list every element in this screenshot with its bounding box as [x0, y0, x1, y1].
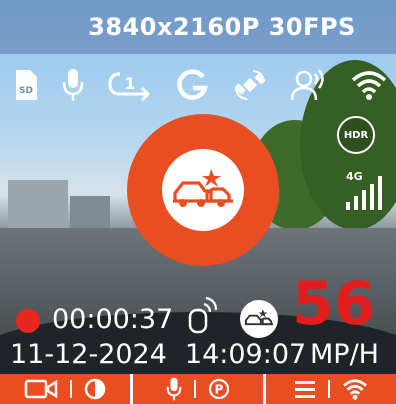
- date-label: 11-12-2024: [10, 339, 167, 370]
- sd-card-icon: SD: [12, 69, 38, 101]
- g-sensor-icon: [175, 68, 209, 102]
- network-signal-icon: 4G: [344, 168, 384, 212]
- status-icons-row: SD 1: [12, 64, 387, 106]
- resolution-bar: 3840x2160P 30FPS: [0, 0, 396, 54]
- resolution-label: 3840x2160P 30FPS: [88, 13, 356, 41]
- wifi-icon: [351, 69, 387, 101]
- network-label: 4G: [346, 170, 363, 183]
- loop-recording-icon: 1: [108, 68, 152, 102]
- collision-warning: [127, 114, 279, 266]
- wifi-icon[interactable]: [342, 378, 368, 400]
- menu-wifi-controls: [266, 374, 396, 404]
- divider: [194, 380, 196, 398]
- gps-satellite-icon: [233, 68, 267, 102]
- svg-text:SD: SD: [19, 86, 33, 96]
- menu-icon[interactable]: [294, 379, 316, 399]
- hdr-label: HDR: [343, 129, 369, 141]
- gesture-control-icon: [184, 296, 218, 340]
- divider: [328, 380, 330, 398]
- bottom-control-bar: P: [0, 374, 396, 404]
- svg-text:P: P: [215, 383, 224, 397]
- collision-sensor-icon: [240, 300, 278, 338]
- camera-controls: [0, 374, 130, 404]
- brightness-icon[interactable]: [84, 378, 106, 400]
- svg-text:1: 1: [124, 74, 135, 93]
- hdr-badge: HDR: [337, 116, 375, 154]
- microphone-icon[interactable]: [166, 377, 182, 401]
- recording-time: 00:00:37: [52, 304, 174, 335]
- camera-icon[interactable]: [24, 378, 58, 400]
- parking-icon[interactable]: P: [208, 378, 230, 400]
- divider: [70, 380, 72, 398]
- dashcam-screen: 3840x2160P 30FPS SD 1 HDR 4G 00:00:37 56…: [0, 0, 396, 404]
- microphone-icon: [62, 68, 84, 102]
- speed-value: 56: [292, 269, 376, 339]
- time-label: 14:09:07: [184, 339, 307, 370]
- collision-icon: [162, 149, 244, 231]
- speed-unit: MP/H: [310, 339, 379, 370]
- audio-parking-controls: P: [130, 374, 266, 404]
- datetime: 11-12-2024 14:09:07: [10, 339, 306, 370]
- voice-control-icon: [291, 68, 327, 102]
- recording-indicator: [16, 309, 40, 333]
